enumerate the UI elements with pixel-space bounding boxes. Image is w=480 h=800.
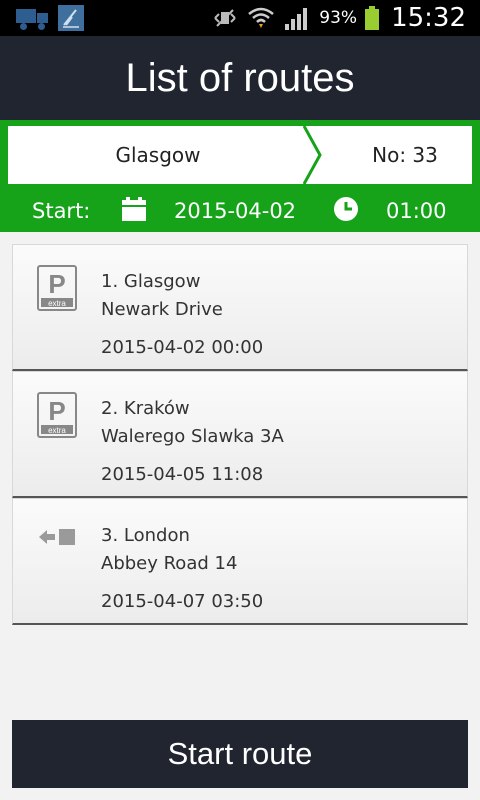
svg-text:extra: extra <box>48 426 66 435</box>
stop-address: Newark Drive <box>101 299 223 320</box>
signal-icon <box>285 8 308 30</box>
stop-datetime: 2015-04-02 00:00 <box>101 337 264 358</box>
chevron-right-icon <box>302 126 322 184</box>
clock-time: 15:32 <box>391 3 466 33</box>
page-title: List of routes <box>125 55 355 100</box>
clock-icon <box>334 197 358 221</box>
list-item[interactable]: P extra 2. Kraków Walerego Slawka 3A 201… <box>12 371 468 498</box>
notification-icons <box>16 5 84 31</box>
svg-text:P: P <box>48 396 65 426</box>
unload-arrow-icon <box>39 529 75 545</box>
start-date: 2015-04-02 <box>174 199 297 223</box>
route-stops-list: P extra 1. Glasgow Newark Drive 2015-04-… <box>12 244 468 625</box>
battery-percent: 93% <box>319 8 358 28</box>
stop-datetime: 2015-04-05 11:08 <box>101 464 264 485</box>
route-origin: Glasgow <box>115 143 201 167</box>
system-status: 93% 15:32 <box>211 0 466 36</box>
battery-icon <box>365 6 380 30</box>
stop-title: 3. London <box>101 525 190 546</box>
start-info: Start: 2015-04-02 01:00 <box>0 190 480 232</box>
mute-icon <box>214 9 236 27</box>
stop-datetime: 2015-04-07 03:50 <box>101 591 264 612</box>
wifi-icon <box>248 7 275 28</box>
route-summary[interactable]: Glasgow No: 33 <box>8 126 472 184</box>
list-item[interactable]: 3. London Abbey Road 14 2015-04-07 03:50 <box>12 498 468 625</box>
svg-text:extra: extra <box>48 299 66 308</box>
truck-icon <box>16 7 48 30</box>
start-time: 01:00 <box>386 199 447 223</box>
app-notification-icon <box>58 5 84 31</box>
start-label: Start: <box>32 199 91 223</box>
title-bar: List of routes <box>0 36 480 120</box>
list-item[interactable]: P extra 1. Glasgow Newark Drive 2015-04-… <box>12 244 468 371</box>
start-route-button[interactable]: Start route <box>12 720 468 788</box>
svg-text:P: P <box>48 269 65 299</box>
stop-title: 2. Kraków <box>101 398 190 419</box>
route-header: Glasgow No: 33 Start: 2015-04-02 01:00 <box>0 120 480 232</box>
stop-address: Abbey Road 14 <box>101 553 238 574</box>
calendar-icon <box>122 197 146 221</box>
parking-extra-icon: P extra <box>37 265 77 311</box>
stop-title: 1. Glasgow <box>101 271 201 292</box>
status-bar: 93% 15:32 <box>0 0 480 36</box>
parking-extra-icon: P extra <box>37 392 77 438</box>
stop-address: Walerego Slawka 3A <box>101 426 284 447</box>
route-number: No: 33 <box>372 143 438 167</box>
